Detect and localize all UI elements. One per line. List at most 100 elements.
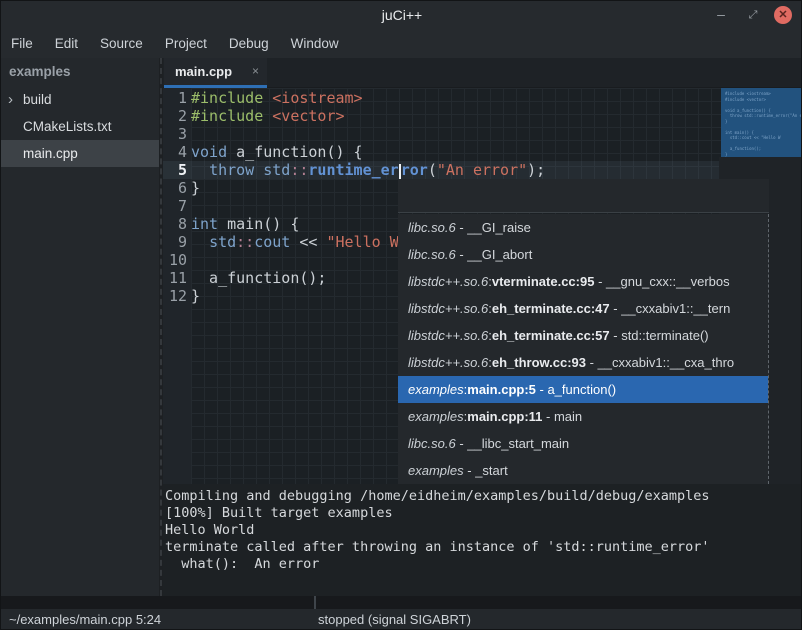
frame-location: eh_throw.cc:93 (492, 355, 586, 370)
close-button[interactable]: ✕ (774, 6, 792, 24)
backtrace-row[interactable]: libc.so.6 - __GI_abort (398, 241, 768, 268)
frame-location: main.cpp:5 (467, 382, 536, 397)
line-number: 1 (163, 89, 187, 107)
code-preview-tooltip: #include <iostream>#include <vector> voi… (721, 88, 802, 157)
code-text: a_function(); (191, 269, 326, 287)
backtrace-row[interactable]: libstdc++.so.6:eh_terminate.cc:47 - __cx… (398, 295, 768, 322)
code-text: void a_function() { (191, 143, 363, 161)
frame-separator: - (456, 220, 468, 235)
terminal-line: Hello World (163, 522, 802, 539)
minimize-button[interactable]: – (711, 1, 731, 29)
backtrace-row[interactable]: libstdc++.so.6:eh_terminate.cc:57 - std:… (398, 322, 768, 349)
app-window: juCi++ – ⤢ ✕ FileEditSourceProjectDebugW… (0, 0, 802, 630)
pane-separator-horizontal[interactable] (1, 596, 802, 609)
frame-function: __cxxabiv1::__tern (621, 301, 730, 316)
status-debug-state: stopped (signal SIGABRT) (318, 609, 471, 630)
code-line[interactable]: 4void a_function() { (163, 143, 802, 161)
frame-module: libc.so.6 (408, 247, 456, 262)
backtrace-row[interactable]: libstdc++.so.6:vterminate.cc:95 - __gnu_… (398, 268, 768, 295)
frame-module: libstdc++.so.6 (408, 301, 488, 316)
token-pl: a_function(); (191, 269, 326, 287)
token-pl (191, 233, 209, 251)
token-str: "An error" (437, 161, 527, 179)
title-bar[interactable]: juCi++ – ⤢ ✕ (1, 1, 802, 29)
token-str: <iostream> (272, 89, 362, 107)
line-number: 8 (163, 215, 187, 233)
token-pl (254, 161, 263, 179)
token-kw: std (209, 233, 236, 251)
file-tree-sidebar: examples ›buildCMakeLists.txtmain.cpp (1, 58, 159, 596)
code-text: } (191, 287, 200, 305)
frame-separator: - (536, 382, 548, 397)
tree-item-label: build (23, 86, 52, 113)
token-str: <vector> (272, 107, 344, 125)
tab-bar: main.cpp × (163, 58, 802, 88)
tab-label: main.cpp (175, 58, 232, 85)
backtrace-row[interactable]: examples - _start (398, 457, 768, 484)
file-tree: › buildCMakeLists.txtmain.cpp (1, 86, 159, 167)
token-pl (263, 107, 272, 125)
frame-module: libc.so.6 (408, 220, 456, 235)
menu-item-window[interactable]: Window (280, 29, 350, 58)
frame-function: _start (475, 463, 508, 478)
menu-item-debug[interactable]: Debug (218, 29, 280, 58)
code-line[interactable]: 2#include <vector> (163, 107, 802, 125)
code-line[interactable]: 1#include <iostream> (163, 89, 802, 107)
menu-item-project[interactable]: Project (154, 29, 218, 58)
output-terminal[interactable]: Compiling and debugging /home/eidheim/ex… (163, 484, 802, 596)
restore-icon[interactable]: ⤢ (743, 1, 763, 29)
frame-function: __gnu_cxx::__verbos (606, 274, 730, 289)
tree-item-build[interactable]: › build (1, 86, 159, 113)
menu-item-source[interactable]: Source (89, 29, 154, 58)
backtrace-row[interactable]: libc.so.6 - __GI_raise (398, 214, 768, 241)
token-pl: } (191, 179, 200, 197)
line-number: 7 (163, 197, 187, 215)
code-line[interactable]: 5 throw std::runtime_error("An error"); (163, 161, 802, 179)
menu-item-edit[interactable]: Edit (44, 29, 89, 58)
separator-handle[interactable] (314, 596, 316, 609)
frame-module: libstdc++.so.6 (408, 328, 488, 343)
code-text: int main() { (191, 215, 299, 233)
token-op: :: (236, 233, 254, 251)
frame-separator: - (586, 355, 598, 370)
window-title: juCi++ (1, 1, 802, 29)
debug-tooltip-empty-area (398, 179, 769, 213)
backtrace-row[interactable]: examples:main.cpp:11 - main (398, 403, 768, 430)
line-number: 9 (163, 233, 187, 251)
frame-function: a_function() (547, 382, 616, 397)
tab-main-cpp[interactable]: main.cpp × (164, 58, 267, 88)
line-number: 2 (163, 107, 187, 125)
code-text: throw std::runtime_error("An error"); (191, 161, 545, 179)
menu-item-file[interactable]: File (11, 29, 44, 58)
frame-separator: - (464, 463, 476, 478)
token-kw: throw (209, 161, 254, 179)
backtrace-row[interactable]: libstdc++.so.6:eh_throw.cc:93 - __cxxabi… (398, 349, 768, 376)
backtrace-row[interactable]: libc.so.6 - __libc_start_main (398, 430, 768, 457)
status-file-position: ~/examples/main.cpp 5:24 (9, 609, 161, 630)
terminal-line: [100%] Built target examples (163, 505, 802, 522)
token-fn: ror (401, 161, 428, 179)
debug-backtrace-popup: libc.so.6 - __GI_raiselibc.so.6 - __GI_a… (398, 179, 802, 484)
frame-module: examples (408, 382, 464, 397)
tree-item-label: CMakeLists.txt (23, 113, 112, 140)
frame-separator: - (610, 301, 622, 316)
token-pl (191, 161, 209, 179)
chevron-right-icon[interactable]: › (8, 86, 13, 113)
backtrace-list: libc.so.6 - __GI_raiselibc.so.6 - __GI_a… (398, 214, 769, 484)
tree-item-main-cpp[interactable]: main.cpp (1, 140, 159, 167)
frame-function: __GI_raise (467, 220, 531, 235)
frame-location: eh_terminate.cc:57 (492, 328, 610, 343)
backtrace-row[interactable]: examples:main.cpp:5 - a_function() (398, 376, 768, 403)
token-pl: << (290, 233, 326, 251)
tree-item-cmakelists-txt[interactable]: CMakeLists.txt (1, 113, 159, 140)
token-pre: #include (191, 107, 263, 125)
frame-separator: - (456, 247, 468, 262)
code-line[interactable]: 3 (163, 125, 802, 143)
frame-module: examples (408, 463, 464, 478)
tab-close-icon[interactable]: × (252, 58, 259, 85)
frame-location: eh_terminate.cc:47 (492, 301, 610, 316)
frame-module: libstdc++.so.6 (408, 274, 488, 289)
token-op: :: (290, 161, 308, 179)
frame-separator: - (594, 274, 606, 289)
token-kw: int (191, 215, 218, 233)
